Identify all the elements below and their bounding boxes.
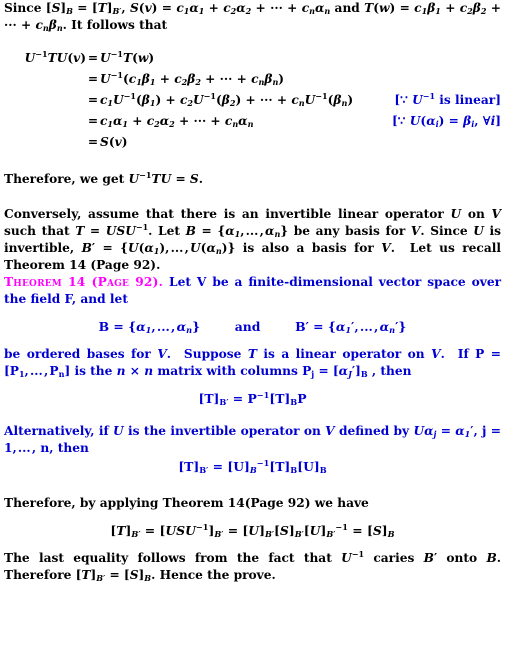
theorem-body: be ordered bases for V. Suppose T is a l… bbox=[4, 347, 501, 379]
derivation-rhs: U−1(c1β1 + c2β2 + ··· + cnβn) bbox=[100, 69, 285, 87]
derivation-relation: = bbox=[87, 51, 99, 65]
derivation-row: = c1U−1(β1) + c2U−1(β2) + ··· + cnU−1(βn… bbox=[4, 90, 501, 111]
theorem-heading: Theorem 14 (Page 92). bbox=[4, 275, 164, 289]
theorem-equation-1: [T]B′ = P−1[T]BP bbox=[198, 389, 307, 408]
derivation-rhs: U−1T(w) bbox=[100, 48, 155, 65]
derivation-relation: = bbox=[87, 93, 99, 107]
basis-left: B = {α1, ... , αn} bbox=[98, 319, 201, 336]
apply-theorem-line: Therefore, by applying Theorem 14(Page 9… bbox=[4, 496, 369, 510]
derivation-row: = U−1(c1β1 + c2β2 + ··· + cnβn) bbox=[4, 69, 501, 90]
derivation-annotation: [∵ U−1 is linear] bbox=[394, 90, 501, 107]
first-conclusion: Therefore, we get U−1TU = S. bbox=[4, 169, 203, 186]
theorem-basis-display: B = {α1, ... , αn} and B′ = {α1′, ... , … bbox=[0, 317, 505, 337]
derivation-row: = c1α1 + c2α2 + ··· + cnαn [∵ U(αi) = βi… bbox=[4, 111, 501, 132]
basis-right: B′ = {α1′, ... , αn′} bbox=[295, 319, 407, 336]
closing-paragraph: The last equality follows from the fact … bbox=[4, 548, 501, 583]
derivation-row: = S(v) bbox=[4, 132, 501, 153]
derivation-lhs: U−1TU(v) bbox=[24, 48, 86, 65]
derivation-relation: = bbox=[87, 114, 99, 128]
intro-paragraph: Since [S]B = [T]B′, S(v) = c1α1 + c2α2 +… bbox=[4, 1, 502, 33]
theorem-alternative: Alternatively, if U is the invertible op… bbox=[4, 424, 501, 455]
derivation-rhs: S(v) bbox=[100, 135, 128, 149]
derivation-rhs: c1α1 + c2α2 + ··· + cnαn bbox=[100, 114, 254, 129]
theorem-equation-2: [T]B′ = [U]B−1[T]B[U]B bbox=[178, 457, 327, 476]
derivation-annotation: [∵ U(αi) = βi, ∀i] bbox=[392, 114, 501, 129]
derivation-block: U−1TU(v) = U−1T(w) = U−1(c1β1 + c2β2 + ·… bbox=[0, 48, 505, 153]
final-equation: [T]B′ = [USU−1]B′ = [U]B′[S]B′[U]B′−1 = … bbox=[110, 521, 395, 540]
theorem-block: Theorem 14 (Page 92). Let V be a finite-… bbox=[0, 274, 505, 308]
basis-conjunction: and bbox=[234, 319, 261, 334]
derivation-row: U−1TU(v) = U−1T(w) bbox=[4, 48, 501, 69]
document-page: Since [S]B = [T]B′, S(v) = c1α1 + c2α2 +… bbox=[0, 0, 505, 656]
derivation-rhs: c1U−1(β1) + c2U−1(β2) + ··· + cnU−1(βn) bbox=[100, 90, 354, 108]
derivation-relation: = bbox=[87, 72, 99, 86]
derivation-relation: = bbox=[87, 135, 99, 149]
converse-paragraph: Conversely, assume that there is an inve… bbox=[4, 207, 502, 272]
